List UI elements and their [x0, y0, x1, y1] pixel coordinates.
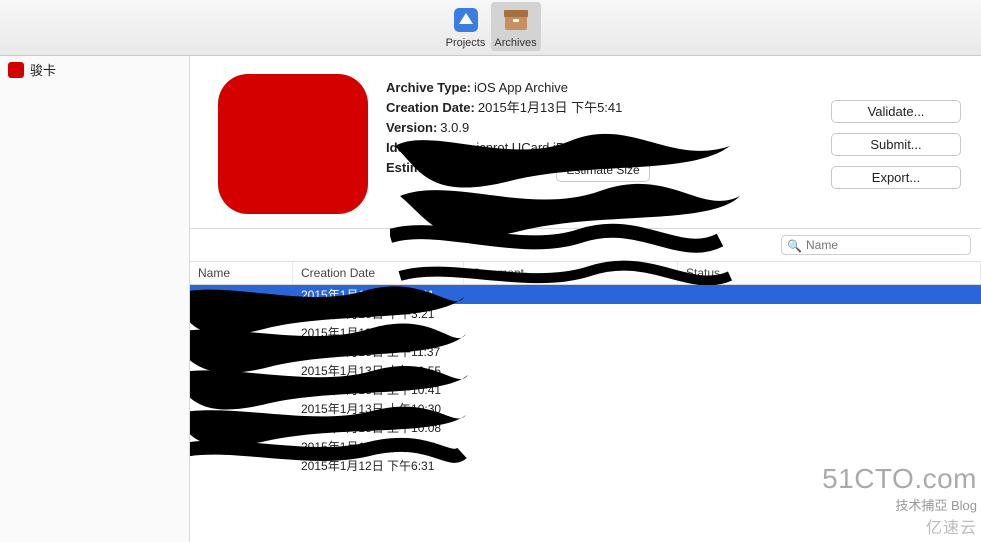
archive-type-value: iOS App Archive	[474, 78, 568, 98]
search-bar: 🔍	[190, 229, 981, 262]
table-row[interactable]: 2015年1月12日 下午6:31	[190, 456, 981, 475]
search-input[interactable]	[781, 235, 971, 255]
table-row[interactable]: 2015年1月13日 上午10:41	[190, 380, 981, 399]
app-icon-small	[8, 62, 24, 78]
tab-archives[interactable]: Archives	[491, 2, 541, 51]
estimated-size-label: Estimated App Store Size:	[386, 158, 547, 182]
table-row[interactable]: 2015年1月13日 下午5:41	[190, 285, 981, 304]
th-name[interactable]: Name	[190, 262, 293, 284]
estimate-size-button[interactable]: Estimate Size	[556, 158, 649, 182]
table-row[interactable]: 2015年1月13日 下午3:13	[190, 323, 981, 342]
tab-projects[interactable]: Projects	[441, 2, 491, 51]
th-status[interactable]: Status	[678, 262, 981, 284]
table-header: Name Creation Date⌄ Comment Status	[190, 262, 981, 285]
tab-projects-label: Projects	[441, 37, 491, 49]
creation-date-value: 2015年1月13日 下午5:41	[478, 98, 623, 118]
table-row[interactable]: 2015年1月13日 上午10:08	[190, 418, 981, 437]
version-value: 3.0.9	[440, 118, 469, 138]
identifier-label: Identifier:	[386, 138, 445, 158]
app-icon-large	[218, 74, 368, 214]
sidebar-item-label: 骏卡	[30, 60, 56, 79]
th-creation-date[interactable]: Creation Date⌄	[293, 262, 464, 284]
sidebar: 骏卡	[0, 56, 190, 542]
table-row[interactable]: 2015年1月12日 下午6:37	[190, 437, 981, 456]
projects-icon	[450, 4, 482, 36]
validate-button[interactable]: Validate...	[831, 100, 961, 123]
sort-chevron-down-icon: ⌄	[445, 266, 455, 280]
export-button[interactable]: Export...	[831, 166, 961, 189]
toolbar-tabs: Projects Archives	[441, 2, 541, 51]
tab-archives-label: Archives	[491, 37, 541, 49]
search-icon: 🔍	[787, 239, 802, 253]
version-label: Version:	[386, 118, 437, 138]
submit-button[interactable]: Submit...	[831, 133, 961, 156]
table-body: 2015年1月13日 下午5:412015年1月13日 下午3:212015年1…	[190, 285, 981, 542]
sidebar-item-0[interactable]: 骏卡	[0, 56, 189, 83]
table-row[interactable]: 2015年1月13日 下午3:21	[190, 304, 981, 323]
table-row[interactable]: 2015年1月13日 上午10:30	[190, 399, 981, 418]
table-row[interactable]: 2015年1月13日 上午11:37	[190, 342, 981, 361]
archives-icon	[500, 4, 532, 36]
creation-date-label: Creation Date:	[386, 98, 475, 118]
archive-type-label: Archive Type:	[386, 78, 471, 98]
th-comment[interactable]: Comment	[464, 262, 678, 284]
table-row[interactable]: 2015年1月13日 上午10:55	[190, 361, 981, 380]
archive-detail: Archive Type: iOS App Archive Creation D…	[190, 56, 981, 229]
identifier-value: com.jcnrot.UCard.iPhone	[448, 138, 593, 158]
toolbar: Projects Archives	[0, 0, 981, 56]
